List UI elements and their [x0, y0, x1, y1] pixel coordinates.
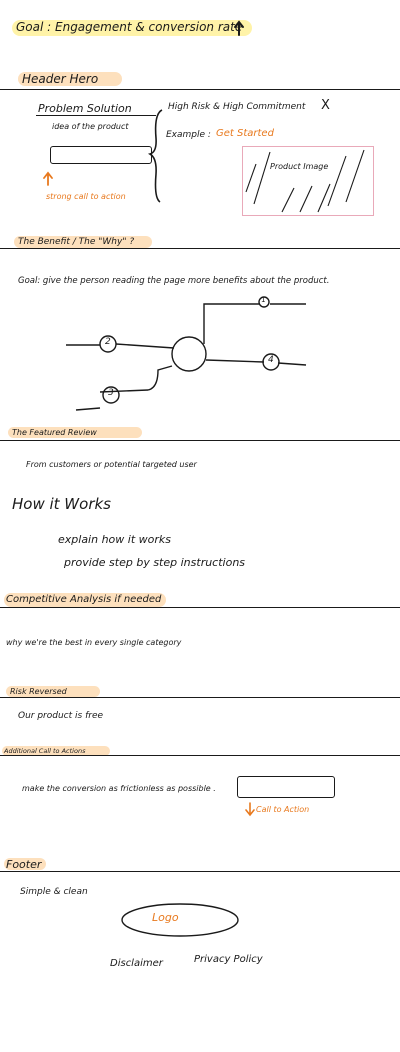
additional-cta-button-sketch [237, 776, 335, 798]
strong-cta-note: strong call to action [46, 192, 126, 201]
benefit-diagram [66, 296, 307, 411]
footer-text: Simple & clean [20, 887, 88, 897]
orange-down-arrow-icon [245, 802, 255, 817]
risk-reversed-divider [0, 697, 400, 699]
how-it-works-title: How it Works [12, 495, 111, 513]
benefit-title: The Benefit / The "Why" ? [18, 237, 135, 247]
risk-text: High Risk & High Commitment [168, 102, 306, 112]
featured-review-divider [0, 440, 400, 442]
footer-link-privacy-policy[interactable]: Privacy Policy [194, 954, 263, 965]
cta-button-sketch [50, 146, 152, 164]
example-cta: Get Started [216, 128, 274, 139]
benefit-node-1: 1 [261, 296, 266, 304]
competitive-title: Competitive Analysis if needed [6, 594, 162, 605]
brace-icon [147, 109, 163, 203]
header-hero-divider [0, 89, 400, 91]
product-idea-label: idea of the product [52, 122, 129, 131]
footer-title: Footer [6, 858, 42, 871]
how-it-works-line-2: provide step by step instructions [64, 556, 246, 569]
footer-divider [0, 871, 400, 873]
risk-mark: X [321, 98, 330, 113]
featured-review-title: The Featured Review [12, 428, 97, 437]
additional-cta-note: Call to Action [256, 805, 310, 814]
logo-ellipse [121, 903, 239, 937]
up-arrow-icon [234, 20, 244, 36]
additional-cta-divider [0, 755, 400, 757]
competitive-divider [0, 607, 400, 609]
goal-text: Goal : Engagement & conversion rate [16, 20, 243, 34]
example-label: Example : [166, 130, 211, 140]
risk-reversed-title: Risk Reversed [10, 687, 67, 696]
benefit-node-2: 2 [105, 337, 111, 347]
orange-up-arrow-icon [43, 171, 53, 186]
risk-reversed-text: Our product is free [18, 711, 104, 721]
competitive-text: why we're the best in every single categ… [6, 638, 182, 647]
featured-review-text: From customers or potential targeted use… [26, 460, 197, 469]
header-hero-title: Header Hero [22, 72, 99, 86]
additional-cta-title: Additional Call to Actions [4, 747, 86, 755]
benefit-goal: Goal: give the person reading the page m… [18, 276, 330, 286]
additional-cta-text: make the conversion as frictionless as p… [22, 784, 216, 793]
product-image-hatching [245, 149, 365, 213]
benefit-node-3: 3 [108, 388, 114, 398]
footer-logo: Logo [152, 911, 179, 924]
benefit-divider [0, 248, 400, 250]
problem-solution-underline [36, 115, 156, 117]
benefit-node-4: 4 [268, 355, 274, 365]
footer-link-disclaimer[interactable]: Disclaimer [110, 958, 163, 969]
how-it-works-line-1: explain how it works [58, 533, 171, 546]
product-image-label: Product Image [270, 162, 329, 171]
problem-solution-label: Problem Solution [38, 102, 132, 115]
